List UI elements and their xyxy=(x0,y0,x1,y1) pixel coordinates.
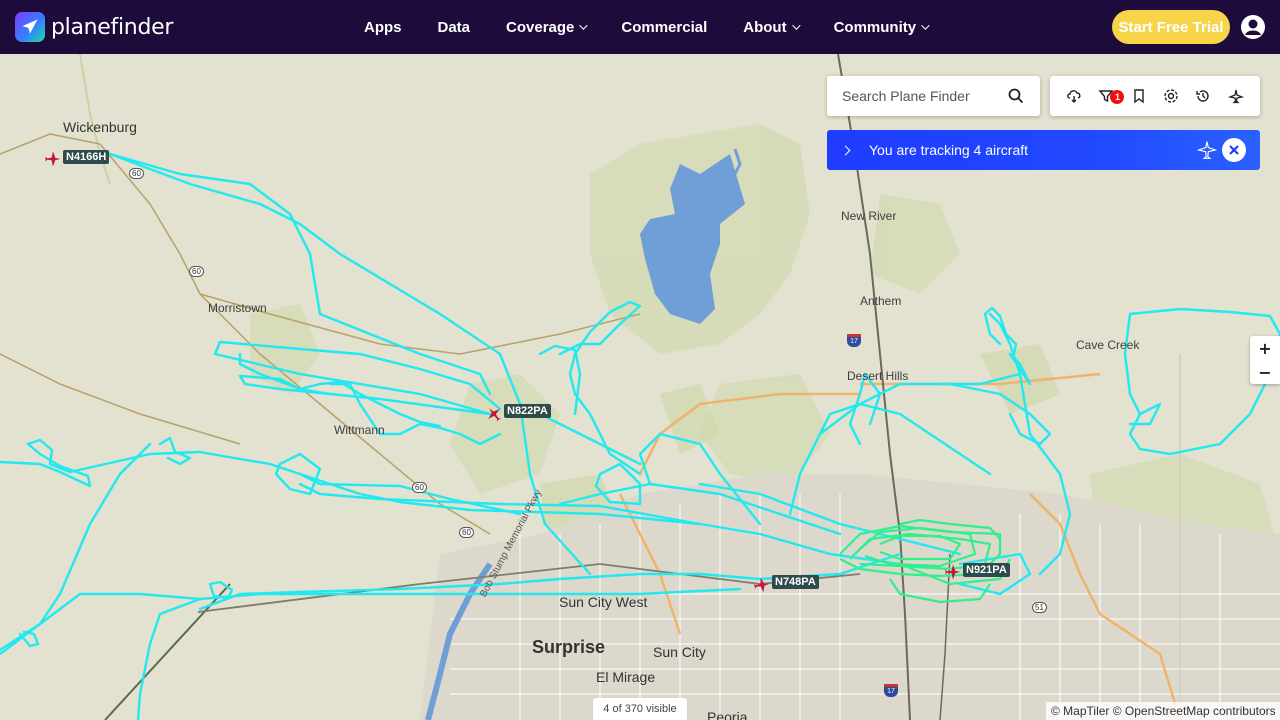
place-label: New River xyxy=(841,209,897,223)
nav-commercial-label: Commercial xyxy=(621,18,708,36)
search-input[interactable] xyxy=(827,88,1002,104)
map-attribution[interactable]: © MapTiler © OpenStreetMap contributors xyxy=(1046,702,1280,720)
chevron-down-icon xyxy=(921,21,930,30)
start-free-trial-button[interactable]: Start Free Trial xyxy=(1112,10,1230,44)
place-label: Sun City xyxy=(653,644,706,660)
tracking-banner[interactable]: You are tracking 4 aircraft xyxy=(827,130,1260,170)
place-label: Surprise xyxy=(532,637,606,657)
logo[interactable]: planefinder xyxy=(15,12,173,42)
nav-commercial[interactable]: Commercial xyxy=(621,19,707,36)
aircraft-icon[interactable] xyxy=(44,150,62,168)
weather-icon[interactable] xyxy=(1064,86,1084,106)
place-label: Morristown xyxy=(208,301,267,315)
place-label: Anthem xyxy=(860,294,902,308)
bookmark-icon[interactable] xyxy=(1129,86,1149,106)
zoom-control: + − xyxy=(1250,336,1280,384)
search-icon[interactable] xyxy=(1008,88,1024,104)
route-shield: 60 xyxy=(459,527,474,538)
nav-about[interactable]: About xyxy=(743,18,801,36)
zoom-in-button[interactable]: + xyxy=(1250,336,1280,360)
route-shield: 60 xyxy=(189,266,204,277)
nav-coverage-label: Coverage xyxy=(506,18,575,36)
route-shield: 60 xyxy=(129,168,144,179)
place-label: Sun City West xyxy=(559,594,648,610)
close-tracking-button[interactable] xyxy=(1222,138,1246,162)
chevron-right-icon[interactable] xyxy=(840,145,851,155)
top-navbar: planefinder Apps Data Coverage Commercia… xyxy=(0,0,1280,54)
plane-logo-icon xyxy=(15,12,45,42)
settings-icon[interactable] xyxy=(1161,86,1181,106)
place-label: Wittmann xyxy=(334,423,385,437)
place-label: Wickenburg xyxy=(63,119,137,135)
place-label: Cave Creek xyxy=(1076,338,1140,352)
tracking-text: You are tracking 4 aircraft xyxy=(869,142,1029,158)
aircraft-icon[interactable] xyxy=(753,576,771,594)
interstate-shield: 17 xyxy=(884,684,898,697)
main-menu: Apps Data Coverage Commercial About Comm… xyxy=(364,0,930,54)
nav-data[interactable]: Data xyxy=(438,19,471,36)
place-label: El Mirage xyxy=(596,669,656,685)
nav-community-label: Community xyxy=(833,18,917,36)
aircraft-callsign[interactable]: N4166H xyxy=(63,150,110,164)
zoom-out-button[interactable]: − xyxy=(1250,360,1280,384)
aircraft-callsign[interactable]: N921PA xyxy=(963,563,1010,577)
filter-count-badge: 1 xyxy=(1110,90,1125,104)
route-shield: 60 xyxy=(412,482,427,493)
search-bar xyxy=(827,76,1040,116)
nav-community[interactable]: Community xyxy=(833,18,930,36)
logo-text: planefinder xyxy=(51,14,174,40)
aircraft-icon[interactable] xyxy=(944,563,962,581)
map-toolbar: 1 xyxy=(1050,76,1260,116)
filter-icon[interactable]: 1 xyxy=(1096,86,1125,106)
interstate-shield: 17 xyxy=(847,334,861,347)
nav-data-label: Data xyxy=(437,18,471,36)
chevron-down-icon xyxy=(579,21,589,30)
nav-about-label: About xyxy=(743,18,787,36)
close-icon xyxy=(1229,145,1239,155)
nav-coverage[interactable]: Coverage xyxy=(506,18,589,36)
playback-icon[interactable] xyxy=(1226,86,1246,106)
visible-aircraft-count: 4 of 370 visible xyxy=(593,698,687,720)
chevron-down-icon xyxy=(791,21,801,30)
plane-icon xyxy=(1197,141,1217,159)
history-icon[interactable] xyxy=(1193,86,1213,106)
place-label: Peoria xyxy=(707,709,748,720)
nav-apps[interactable]: Apps xyxy=(364,19,402,36)
account-icon[interactable] xyxy=(1240,14,1266,40)
nav-apps-label: Apps xyxy=(364,18,402,36)
route-shield: 51 xyxy=(1032,602,1047,613)
aircraft-icon[interactable] xyxy=(485,405,503,423)
aircraft-callsign[interactable]: N822PA xyxy=(504,404,551,418)
place-label: Desert Hills xyxy=(847,369,909,383)
aircraft-callsign[interactable]: N748PA xyxy=(772,575,819,589)
